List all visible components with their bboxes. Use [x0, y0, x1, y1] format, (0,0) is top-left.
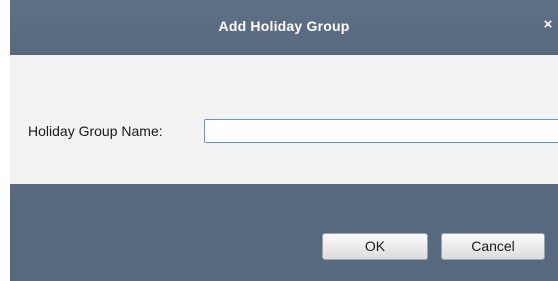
- dialog-body: Holiday Group Name:: [10, 55, 558, 184]
- ok-button[interactable]: OK: [322, 233, 428, 260]
- close-icon[interactable]: ×: [540, 15, 556, 35]
- add-holiday-group-dialog: Add Holiday Group × Holiday Group Name: …: [10, 0, 558, 281]
- dialog-footer: OK Cancel: [10, 184, 558, 281]
- holiday-group-name-input[interactable]: [204, 119, 558, 143]
- holiday-group-name-label: Holiday Group Name:: [28, 123, 163, 139]
- dialog-titlebar: Add Holiday Group ×: [10, 0, 558, 55]
- dialog-title: Add Holiday Group: [218, 18, 350, 34]
- cancel-button[interactable]: Cancel: [441, 233, 545, 260]
